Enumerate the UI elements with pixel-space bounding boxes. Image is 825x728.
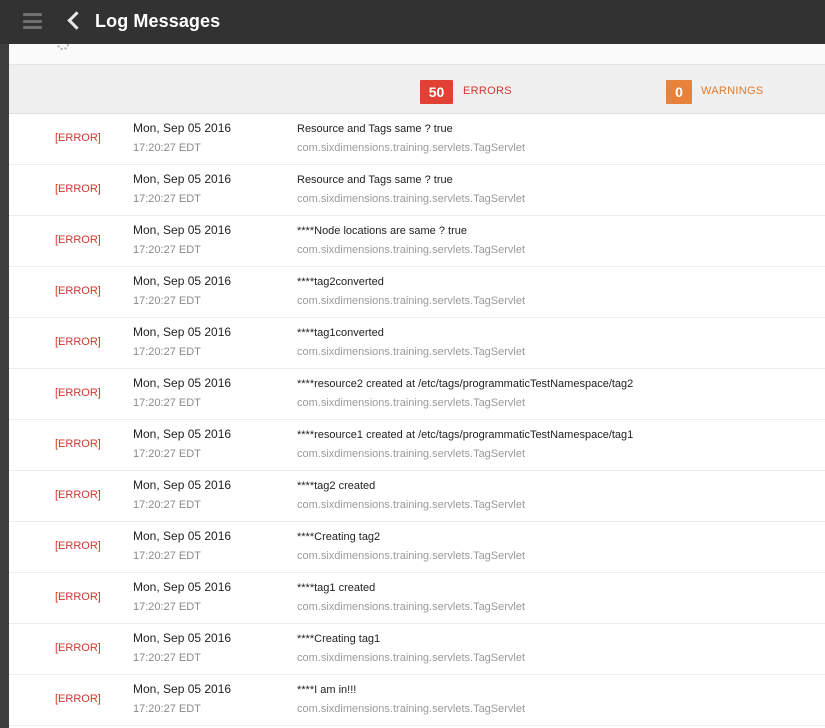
log-panel: 50 ERRORS 0 WARNINGS [ERROR] Mon, Sep 05 … (9, 44, 825, 728)
log-message: ****tag1 created (297, 582, 376, 594)
log-time: 17:20:27 EDT (133, 448, 201, 460)
errors-count-badge[interactable]: 50 (420, 80, 453, 104)
menu-icon-bar (23, 19, 42, 23)
log-row[interactable]: [ERROR] Mon, Sep 05 2016 17:20:27 EDT ****N… (9, 216, 825, 267)
log-time: 17:20:27 EDT (133, 193, 201, 205)
log-date: Mon, Sep 05 2016 (133, 121, 232, 135)
log-level: [ERROR] (55, 438, 101, 450)
log-row[interactable]: [ERROR] Mon, Sep 05 2016 17:20:27 EDT ****t… (9, 573, 825, 624)
log-message: ****Creating tag2 (297, 531, 381, 543)
log-time: 17:20:27 EDT (133, 499, 201, 511)
log-row[interactable]: [ERROR] Mon, Sep 05 2016 17:20:27 EDT Resou… (9, 165, 825, 216)
log-date: Mon, Sep 05 2016 (133, 478, 232, 492)
log-message: Resource and Tags same ? true (297, 123, 453, 135)
log-date: Mon, Sep 05 2016 (133, 580, 232, 594)
log-message: ****Creating tag1 (297, 633, 381, 645)
log-time: 17:20:27 EDT (133, 652, 201, 664)
log-level: [ERROR] (55, 693, 101, 705)
log-row[interactable]: [ERROR] Mon, Sep 05 2016 17:20:27 EDT ****t… (9, 267, 825, 318)
log-time: 17:20:27 EDT (133, 295, 201, 307)
log-message: ****Node locations are same ? true (297, 225, 467, 237)
warnings-count-badge[interactable]: 0 (666, 80, 692, 104)
log-date: Mon, Sep 05 2016 (133, 631, 232, 645)
log-time: 17:20:27 EDT (133, 550, 201, 562)
log-date: Mon, Sep 05 2016 (133, 529, 232, 543)
log-message: ****tag2 created (297, 480, 376, 492)
log-level: [ERROR] (55, 132, 101, 144)
menu-icon-bar (23, 13, 42, 16)
log-message-list: [ERROR] Mon, Sep 05 2016 17:20:27 EDT Resou… (9, 114, 825, 726)
title-bar: Log Messages (0, 0, 825, 44)
log-level: [ERROR] (55, 183, 101, 195)
menu-icon[interactable] (23, 13, 42, 29)
log-message: Resource and Tags same ? true (297, 174, 453, 186)
log-date: Mon, Sep 05 2016 (133, 223, 232, 237)
errors-filter-label[interactable]: ERRORS (463, 85, 512, 97)
log-source: com.sixdimensions.training.servlets.TagS… (297, 703, 526, 715)
log-source: com.sixdimensions.training.servlets.TagS… (297, 397, 526, 409)
log-message: ****tag1converted (297, 327, 384, 339)
log-date: Mon, Sep 05 2016 (133, 325, 232, 339)
menu-icon-bar (23, 26, 42, 29)
log-level: [ERROR] (55, 591, 101, 603)
log-source: com.sixdimensions.training.servlets.TagS… (297, 499, 526, 511)
log-source: com.sixdimensions.training.servlets.TagS… (297, 550, 526, 562)
log-level: [ERROR] (55, 540, 101, 552)
back-chevron-icon[interactable] (67, 11, 86, 30)
log-row[interactable]: [ERROR] Mon, Sep 05 2016 17:20:27 EDT ****r… (9, 420, 825, 471)
log-time: 17:20:27 EDT (133, 601, 201, 613)
log-source: com.sixdimensions.training.servlets.TagS… (297, 295, 526, 307)
log-time: 17:20:27 EDT (133, 346, 201, 358)
log-date: Mon, Sep 05 2016 (133, 172, 232, 186)
log-date: Mon, Sep 05 2016 (133, 274, 232, 288)
log-source: com.sixdimensions.training.servlets.TagS… (297, 652, 526, 664)
log-level: [ERROR] (55, 642, 101, 654)
log-date: Mon, Sep 05 2016 (133, 682, 232, 696)
warnings-filter-label[interactable]: WARNINGS (701, 85, 764, 97)
gear-icon[interactable] (57, 44, 69, 50)
log-row[interactable]: [ERROR] Mon, Sep 05 2016 17:20:27 EDT ****I… (9, 675, 825, 726)
log-level: [ERROR] (55, 387, 101, 399)
log-source: com.sixdimensions.training.servlets.TagS… (297, 193, 526, 205)
log-time: 17:20:27 EDT (133, 397, 201, 409)
log-time: 17:20:27 EDT (133, 703, 201, 715)
log-message: ****I am in!!! (297, 684, 357, 696)
log-message: ****resource1 created at /etc/tags/progr… (297, 429, 634, 441)
log-row[interactable]: [ERROR] Mon, Sep 05 2016 17:20:27 EDT Resou… (9, 114, 825, 165)
log-source: com.sixdimensions.training.servlets.TagS… (297, 346, 526, 358)
log-source: com.sixdimensions.training.servlets.TagS… (297, 601, 526, 613)
log-message: ****resource2 created at /etc/tags/progr… (297, 378, 634, 390)
log-level: [ERROR] (55, 234, 101, 246)
log-row[interactable]: [ERROR] Mon, Sep 05 2016 17:20:27 EDT ****t… (9, 471, 825, 522)
page-title: Log Messages (95, 11, 221, 31)
log-date: Mon, Sep 05 2016 (133, 427, 232, 441)
left-rail (0, 44, 9, 728)
log-message: ****tag2converted (297, 276, 384, 288)
log-time: 17:20:27 EDT (133, 244, 201, 256)
log-level: [ERROR] (55, 285, 101, 297)
log-source: com.sixdimensions.training.servlets.TagS… (297, 448, 526, 460)
log-level: [ERROR] (55, 489, 101, 501)
log-row[interactable]: [ERROR] Mon, Sep 05 2016 17:20:27 EDT ****r… (9, 369, 825, 420)
log-summary-bar: 50 ERRORS 0 WARNINGS (9, 65, 825, 114)
toolbar-strip (9, 44, 825, 65)
log-date: Mon, Sep 05 2016 (133, 376, 232, 390)
log-time: 17:20:27 EDT (133, 142, 201, 154)
log-level: [ERROR] (55, 336, 101, 348)
log-row[interactable]: [ERROR] Mon, Sep 05 2016 17:20:27 EDT ****C… (9, 624, 825, 675)
log-row[interactable]: [ERROR] Mon, Sep 05 2016 17:20:27 EDT ****C… (9, 522, 825, 573)
log-row[interactable]: [ERROR] Mon, Sep 05 2016 17:20:27 EDT ****t… (9, 318, 825, 369)
log-source: com.sixdimensions.training.servlets.TagS… (297, 142, 526, 154)
log-source: com.sixdimensions.training.servlets.TagS… (297, 244, 526, 256)
